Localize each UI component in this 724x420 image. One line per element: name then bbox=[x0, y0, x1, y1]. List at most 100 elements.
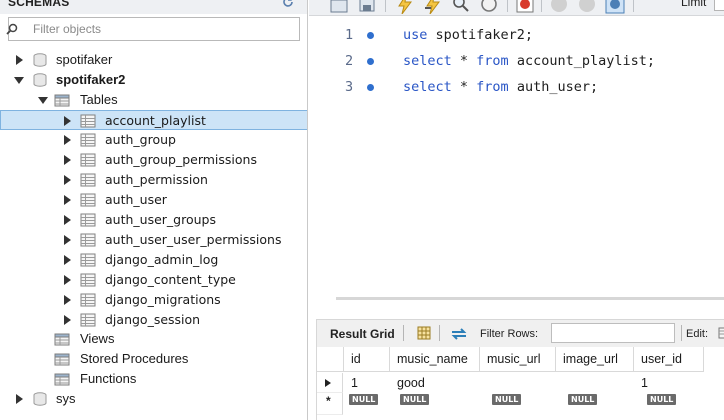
table-label: auth_group bbox=[105, 132, 176, 147]
expand-arrow-icon[interactable] bbox=[64, 275, 71, 285]
row-header[interactable] bbox=[317, 373, 343, 393]
execute-icon[interactable] bbox=[395, 0, 415, 14]
row-header[interactable]: * bbox=[317, 393, 343, 415]
views-folder[interactable]: Views bbox=[0, 329, 307, 349]
sql-keyword: from bbox=[476, 79, 509, 95]
result-grid-tab[interactable]: Result Grid bbox=[330, 327, 395, 341]
expand-arrow-icon[interactable] bbox=[64, 255, 71, 265]
expand-arrow-icon[interactable] bbox=[64, 215, 71, 225]
collapse-arrow-icon[interactable] bbox=[14, 77, 24, 84]
swap-arrows-icon[interactable] bbox=[449, 327, 469, 341]
column-header-image-url[interactable]: image_url bbox=[556, 347, 634, 372]
table-label: account_playlist bbox=[105, 113, 206, 128]
sql-keyword: select bbox=[403, 53, 452, 69]
schema-navigator: SCHEMAS spotifaker spotifaker2 bbox=[0, 0, 308, 420]
cell-music-name[interactable]: good bbox=[390, 374, 425, 392]
commit-icon[interactable] bbox=[549, 0, 569, 14]
views-label: Views bbox=[80, 331, 115, 346]
sql-editor-toolbar: Limit bbox=[309, 0, 724, 16]
code-text: select * from account_playlist; bbox=[403, 50, 655, 72]
limit-select[interactable] bbox=[714, 0, 724, 11]
table-item-auth-permission[interactable]: auth_permission bbox=[0, 170, 307, 190]
null-badge[interactable]: NULL bbox=[349, 394, 379, 405]
filter-rows-input[interactable] bbox=[551, 323, 675, 343]
explain-icon[interactable] bbox=[451, 0, 471, 14]
table-item-auth-user-user-permissions[interactable]: auth_user_user_permissions bbox=[0, 230, 307, 250]
table-item-auth-group-permissions[interactable]: auth_group_permissions bbox=[0, 150, 307, 170]
table-item-django-session[interactable]: django_session bbox=[0, 310, 307, 330]
sql-editor[interactable]: 1 use spotifaker2; 2 select * from accou… bbox=[309, 17, 724, 295]
expand-arrow-icon[interactable] bbox=[64, 155, 71, 165]
table-item-auth-user-groups[interactable]: auth_user_groups bbox=[0, 210, 307, 230]
null-badge[interactable]: NULL bbox=[647, 394, 677, 405]
collapse-arrow-icon[interactable] bbox=[38, 97, 48, 104]
panel-splitter[interactable] bbox=[336, 297, 724, 300]
table-item-django-migrations[interactable]: django_migrations bbox=[0, 290, 307, 310]
null-badge[interactable]: NULL bbox=[492, 394, 522, 405]
expand-arrow-icon[interactable] bbox=[64, 175, 71, 185]
stop-icon[interactable] bbox=[479, 0, 499, 14]
refresh-icon[interactable] bbox=[282, 0, 294, 8]
cell-user-id[interactable]: 1 bbox=[634, 374, 648, 392]
statement-marker-icon bbox=[367, 32, 374, 39]
cell-music-url[interactable] bbox=[480, 374, 487, 392]
table-item-auth-user[interactable]: auth_user bbox=[0, 190, 307, 210]
table-item-django-admin-log[interactable]: django_admin_log bbox=[0, 250, 307, 270]
stored-procedures-folder[interactable]: Stored Procedures bbox=[0, 349, 307, 369]
new-table-row[interactable]: NULL NULL NULL NULL NULL bbox=[344, 393, 724, 415]
schema-item-spotifaker[interactable]: spotifaker bbox=[0, 50, 307, 70]
line-number: 1 bbox=[345, 27, 354, 43]
table-item-django-content-type[interactable]: django_content_type bbox=[0, 270, 307, 290]
table-label: auth_permission bbox=[105, 172, 208, 187]
code-text: select * from auth_user; bbox=[403, 76, 598, 98]
grid-view-icon[interactable] bbox=[417, 326, 431, 340]
stored-procedures-label: Stored Procedures bbox=[80, 351, 189, 366]
expand-arrow-icon[interactable] bbox=[64, 195, 71, 205]
table-icon bbox=[80, 193, 96, 207]
column-header-id[interactable]: id bbox=[344, 347, 390, 372]
column-header-music-name[interactable]: music_name bbox=[390, 347, 480, 372]
rollback-icon[interactable] bbox=[577, 0, 597, 14]
functions-folder[interactable]: Functions bbox=[0, 369, 307, 389]
filter-objects-input[interactable] bbox=[33, 20, 295, 38]
expand-arrow-icon[interactable] bbox=[16, 394, 23, 404]
expand-arrow-icon[interactable] bbox=[64, 116, 71, 126]
procedures-folder-icon bbox=[54, 353, 70, 366]
open-folder-icon[interactable] bbox=[329, 0, 349, 14]
execute-current-icon[interactable] bbox=[423, 0, 443, 14]
expand-arrow-icon[interactable] bbox=[64, 235, 71, 245]
table-row[interactable]: 1 good 1 bbox=[344, 373, 724, 393]
expand-arrow-icon[interactable] bbox=[64, 135, 71, 145]
table-label: auth_group_permissions bbox=[105, 152, 257, 167]
cell-id[interactable]: 1 bbox=[344, 374, 358, 392]
column-header-music-url[interactable]: music_url bbox=[480, 347, 556, 372]
toggle-error-icon[interactable] bbox=[515, 0, 535, 14]
sql-keyword: select bbox=[403, 79, 452, 95]
table-icon bbox=[80, 114, 96, 128]
null-badge[interactable]: NULL bbox=[400, 394, 430, 405]
database-icon bbox=[33, 53, 47, 67]
schema-label: sys bbox=[56, 391, 76, 406]
cell-image-url[interactable] bbox=[556, 374, 563, 392]
null-badge[interactable]: NULL bbox=[568, 394, 598, 405]
expand-arrow-icon[interactable] bbox=[16, 55, 23, 65]
edit-row-icon[interactable] bbox=[718, 327, 724, 339]
result-toolbar: Result Grid Filter Rows: Edit: bbox=[316, 319, 724, 347]
table-item-auth-group[interactable]: auth_group bbox=[0, 130, 307, 150]
tables-folder-icon bbox=[54, 94, 70, 107]
sql-text: auth_user; bbox=[508, 79, 599, 95]
toolbar-separator bbox=[633, 0, 634, 12]
save-icon[interactable] bbox=[357, 0, 377, 14]
tables-folder[interactable]: Tables bbox=[0, 90, 307, 110]
table-label: auth_user_groups bbox=[105, 212, 216, 227]
schema-item-spotifaker2[interactable]: spotifaker2 bbox=[0, 70, 307, 90]
expand-arrow-icon[interactable] bbox=[64, 315, 71, 325]
column-header-user-id[interactable]: user_id bbox=[634, 347, 704, 372]
table-label: django_migrations bbox=[105, 292, 221, 307]
sql-text: spotifaker2; bbox=[427, 27, 534, 43]
expand-arrow-icon[interactable] bbox=[64, 295, 71, 305]
schema-item-sys[interactable]: sys bbox=[0, 389, 307, 409]
database-icon bbox=[33, 392, 47, 406]
table-item-account-playlist[interactable]: account_playlist bbox=[0, 110, 307, 130]
autocommit-icon[interactable] bbox=[605, 0, 625, 14]
